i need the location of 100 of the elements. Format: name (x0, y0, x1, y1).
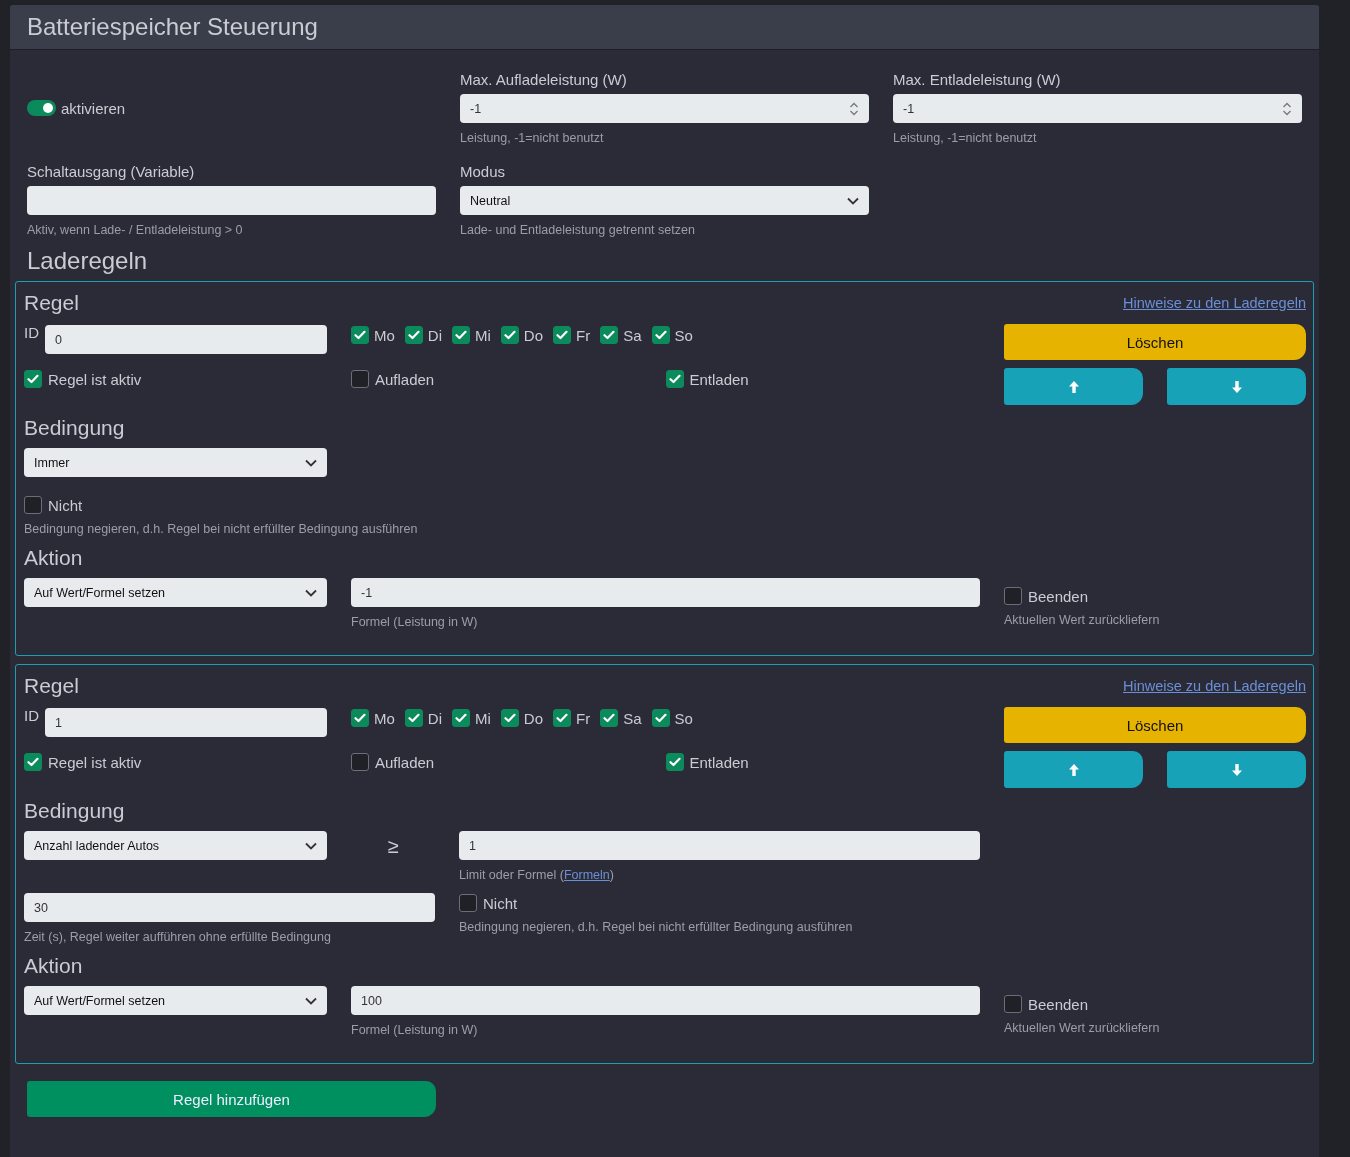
field-hint: Bedingung negieren, d.h. Regel bei nicht erfüllter Bedingung ausführen (459, 919, 854, 935)
checkbox-label: Mo (374, 326, 395, 344)
checkbox-label: Sa (623, 709, 642, 727)
field-hint: Bedingung negieren, d.h. Regel bei nicht erfüllter Bedingung ausführen (24, 521, 419, 537)
select-field[interactable]: Immer (24, 448, 327, 477)
checkbox[interactable] (1004, 995, 1022, 1013)
toggle-label: aktivieren (61, 99, 126, 117)
help-link[interactable]: Hinweise zu den Laderegeln (1123, 295, 1306, 311)
select-field[interactable]: Anzahl ladender Autos (24, 831, 327, 860)
checkbox-label: Aufladen (375, 753, 435, 771)
checkbox-label: Mi (475, 709, 491, 727)
formula-link[interactable]: Formeln (563, 868, 610, 882)
add-rule-button[interactable]: Regel hinzufügen (27, 1081, 436, 1117)
checkbox-label: Do (523, 326, 544, 344)
checkbox[interactable] (404, 326, 423, 344)
checkbox-label: Beenden (1028, 995, 1089, 1013)
checkbox[interactable] (452, 326, 470, 344)
chevron-down-icon (305, 841, 317, 850)
checkbox[interactable] (351, 370, 369, 388)
arrow-down-icon (1230, 762, 1243, 777)
checkbox[interactable] (24, 496, 42, 514)
select-field[interactable]: Auf Wert/Formel setzen (24, 578, 327, 607)
section-heading: Aktion (24, 545, 84, 571)
arrow-up-icon (1067, 762, 1080, 777)
help-link[interactable]: Hinweise zu den Laderegeln (1123, 678, 1306, 694)
delete-button[interactable]: Löschen (1004, 707, 1306, 743)
select-field[interactable]: Auf Wert/Formel setzen (24, 986, 327, 1015)
operator-symbol: ≥ (387, 835, 399, 859)
checkbox[interactable] (1004, 587, 1022, 605)
field-hint: Zeit (s), Regel weiter aufführen ohne erfüllte Bedingung (24, 929, 332, 945)
checkbox[interactable] (665, 753, 684, 771)
checkbox[interactable] (600, 326, 619, 344)
arrow-up-icon (1067, 379, 1080, 394)
field-hint: Formel (Leistung in W) (351, 614, 479, 630)
checkbox-label: Entladen (689, 370, 749, 388)
rule-heading: Regel (24, 290, 80, 316)
checkbox[interactable] (459, 894, 477, 912)
checkbox[interactable] (651, 326, 670, 344)
section-heading: Bedingung (24, 798, 126, 824)
checkbox[interactable] (351, 753, 369, 771)
id-label: ID (24, 707, 39, 724)
field-hint: Aktuellen Wert zurückliefern (1004, 1020, 1161, 1036)
checkbox-label: Di (427, 326, 442, 344)
checkbox[interactable] (500, 709, 519, 727)
chevron-down-icon (305, 996, 317, 1005)
field-hint: Leistung, -1=nicht benutzt (460, 130, 605, 146)
input-field[interactable]: 0 (45, 325, 327, 354)
input-field[interactable] (27, 186, 436, 215)
checkbox[interactable] (651, 709, 670, 727)
field-label: Modus (460, 162, 507, 182)
checkbox[interactable] (665, 370, 684, 388)
field-hint: Limit oder Formel (Formeln) (459, 867, 615, 883)
checkbox-label: Aufladen (375, 370, 435, 388)
field-hint: Aktuellen Wert zurückliefern (1004, 612, 1161, 628)
input-field[interactable]: 1 (45, 708, 327, 737)
panel-title: Batteriespeicher Steuerung (27, 13, 318, 41)
checkbox[interactable] (404, 709, 423, 727)
checkbox-label: Do (523, 709, 544, 727)
id-label: ID (24, 324, 39, 341)
checkbox-label: Entladen (689, 753, 749, 771)
checkbox-label: Nicht (48, 496, 83, 514)
input-field[interactable]: 30 (24, 893, 435, 922)
checkbox-label: Regel ist aktiv (48, 753, 142, 771)
field-label: Max. Aufladeleistung (W) (460, 70, 628, 90)
select-field[interactable]: Neutral (460, 186, 869, 215)
checkbox-label: Di (427, 709, 442, 727)
checkbox[interactable] (452, 709, 470, 727)
checkbox-label: Mo (374, 709, 395, 727)
field-hint: Leistung, -1=nicht benutzt (893, 130, 1038, 146)
checkbox-label: Sa (623, 326, 642, 344)
checkbox[interactable] (553, 709, 572, 727)
checkbox[interactable] (351, 326, 369, 344)
spinner-icon (849, 100, 859, 117)
spinner-icon (1282, 100, 1292, 117)
input-field[interactable]: 100 (351, 986, 980, 1015)
section-heading: Bedingung (24, 415, 126, 441)
number-field[interactable]: -1 (893, 94, 1302, 123)
rule-heading: Regel (24, 673, 80, 699)
chevron-down-icon (847, 196, 859, 205)
checkbox[interactable] (500, 326, 519, 344)
number-field[interactable]: -1 (460, 94, 869, 123)
section-heading: Laderegeln (26, 246, 149, 276)
checkbox-label: Nicht (483, 894, 518, 912)
section-heading: Aktion (24, 953, 84, 979)
field-hint: Formel (Leistung in W) (351, 1022, 479, 1038)
input-field[interactable]: 1 (459, 831, 980, 860)
checkbox-label: So (674, 709, 693, 727)
checkbox-label: Regel ist aktiv (48, 370, 142, 388)
input-field[interactable]: -1 (351, 578, 980, 607)
chevron-down-icon (305, 458, 317, 467)
checkbox[interactable] (351, 709, 369, 727)
checkbox[interactable] (24, 753, 42, 771)
checkbox[interactable] (600, 709, 619, 727)
checkbox-label: Fr (576, 709, 591, 727)
toggle-switch[interactable] (27, 100, 56, 116)
checkbox-label: Beenden (1028, 587, 1089, 605)
checkbox[interactable] (553, 326, 572, 344)
checkbox[interactable] (24, 370, 42, 388)
delete-button[interactable]: Löschen (1004, 324, 1306, 360)
field-hint: Lade- und Entladeleistung getrennt setzen (460, 222, 696, 238)
